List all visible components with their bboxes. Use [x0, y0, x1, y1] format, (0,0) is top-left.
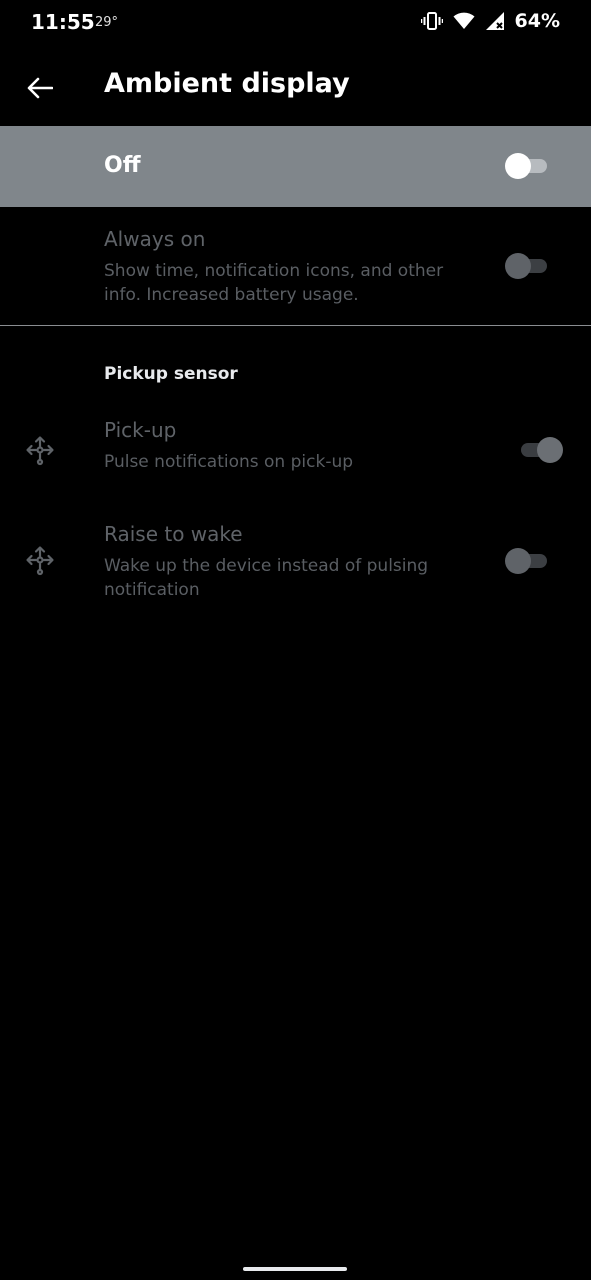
page-title: Ambient display	[104, 68, 350, 99]
toggle-thumb	[537, 437, 563, 463]
status-temperature: 29°	[95, 15, 119, 30]
always-on-toggle[interactable]	[505, 251, 553, 281]
always-on-preference[interactable]: Always on Show time, notification icons,…	[0, 207, 591, 325]
cell-signal-icon	[485, 11, 505, 31]
master-switch-label: Off	[104, 153, 141, 178]
master-switch-toggle[interactable]	[505, 151, 553, 181]
wifi-icon	[453, 12, 475, 30]
status-bar: 11:55 29° 64%	[0, 0, 591, 48]
pick-up-summary: Pulse notifications on pick-up	[104, 452, 354, 472]
vibrate-icon	[420, 11, 443, 31]
gesture-nav-handle[interactable]	[243, 1267, 347, 1271]
arrow-back-icon	[27, 77, 53, 99]
pick-up-title: Pick-up	[104, 418, 177, 442]
raise-to-wake-title: Raise to wake	[104, 522, 243, 546]
pickup-sensor-header: Pickup sensor	[104, 364, 238, 384]
status-icons: 64%	[420, 10, 560, 32]
raise-to-wake-preference[interactable]: Raise to wake Wake up the device instead…	[0, 504, 591, 614]
battery-percent: 64%	[514, 10, 560, 32]
ambient-display-screen: 11:55 29° 64% Ambient display Off Always…	[0, 0, 591, 1280]
toggle-thumb	[505, 253, 531, 279]
pick-up-toggle[interactable]	[515, 435, 563, 465]
section-divider	[0, 325, 591, 326]
raise-to-wake-toggle[interactable]	[505, 546, 553, 576]
pick-up-preference[interactable]: Pick-up Pulse notifications on pick-up	[0, 400, 591, 500]
move-gesture-icon	[24, 544, 56, 576]
move-gesture-icon	[24, 434, 56, 466]
master-switch-bar[interactable]: Off	[0, 126, 591, 207]
app-bar: Ambient display	[0, 48, 591, 126]
toggle-thumb	[505, 153, 531, 179]
toggle-thumb	[505, 548, 531, 574]
status-time: 11:55	[31, 10, 95, 34]
raise-to-wake-summary: Wake up the device instead of pulsing no…	[104, 556, 429, 600]
always-on-title: Always on	[104, 227, 206, 251]
back-button[interactable]	[20, 68, 60, 108]
always-on-summary: Show time, notification icons, and other…	[104, 261, 444, 305]
